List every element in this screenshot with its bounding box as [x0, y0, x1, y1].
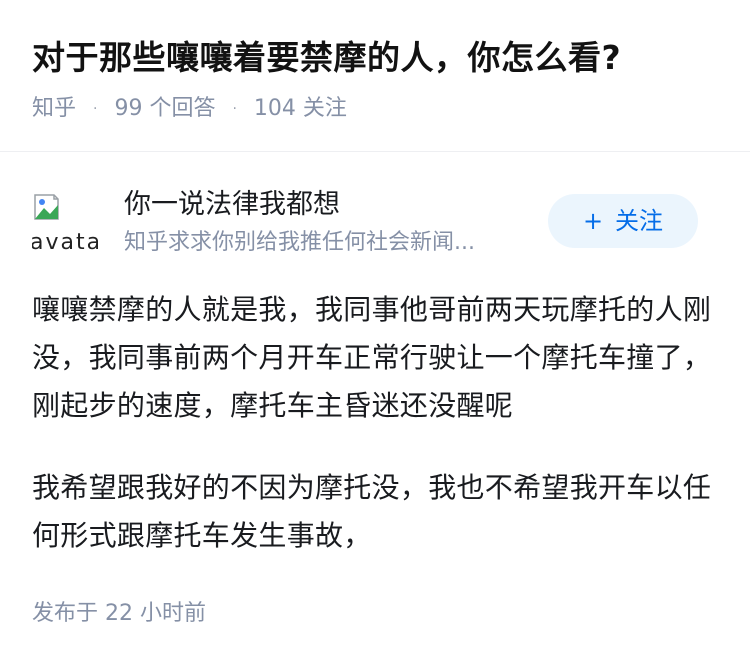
- divider: [0, 151, 750, 152]
- question-header: 对于那些嚷嚷着要禁摩的人，你怎么看? 知乎 · 99 个回答 · 104 关注: [32, 34, 732, 124]
- author-card: avatar 你一说法律我都想 知乎求求你别给我推任何社会新闻... + 关注: [32, 184, 722, 262]
- source-label[interactable]: 知乎: [32, 96, 76, 121]
- follower-count[interactable]: 104 关注: [254, 96, 347, 121]
- meta-separator: ·: [93, 101, 98, 117]
- question-meta: 知乎 · 99 个回答 · 104 关注: [32, 94, 732, 124]
- author-name[interactable]: 你一说法律我都想: [124, 186, 340, 224]
- meta-separator: ·: [232, 101, 237, 117]
- avatar-alt-text: avatar: [32, 230, 98, 254]
- answer-paragraph: 我希望跟我好的不因为摩托没，我也不希望我开车以任何形式跟摩托车发生事故，: [32, 471, 712, 552]
- plus-icon: +: [582, 207, 604, 235]
- answer-page: 对于那些嚷嚷着要禁摩的人，你怎么看? 知乎 · 99 个回答 · 104 关注 …: [0, 0, 750, 666]
- author-bio: 知乎求求你别给我推任何社会新闻...: [124, 230, 475, 255]
- broken-image-icon: [34, 194, 59, 220]
- publish-time: 发布于 22 小时前: [32, 601, 206, 626]
- avatar[interactable]: avatar: [32, 188, 98, 254]
- follow-button[interactable]: + 关注: [548, 194, 698, 248]
- question-title[interactable]: 对于那些嚷嚷着要禁摩的人，你怎么看?: [32, 34, 732, 82]
- answer-paragraph: 嚷嚷禁摩的人就是我，我同事他哥前两天玩摩托的人刚没，我同事前两个月开车正常行驶让…: [32, 293, 712, 422]
- follow-label: 关注: [615, 207, 664, 235]
- answer-content: 嚷嚷禁摩的人就是我，我同事他哥前两天玩摩托的人刚没，我同事前两个月开车正常行驶让…: [32, 286, 722, 594]
- answer-count[interactable]: 99 个回答: [114, 96, 215, 121]
